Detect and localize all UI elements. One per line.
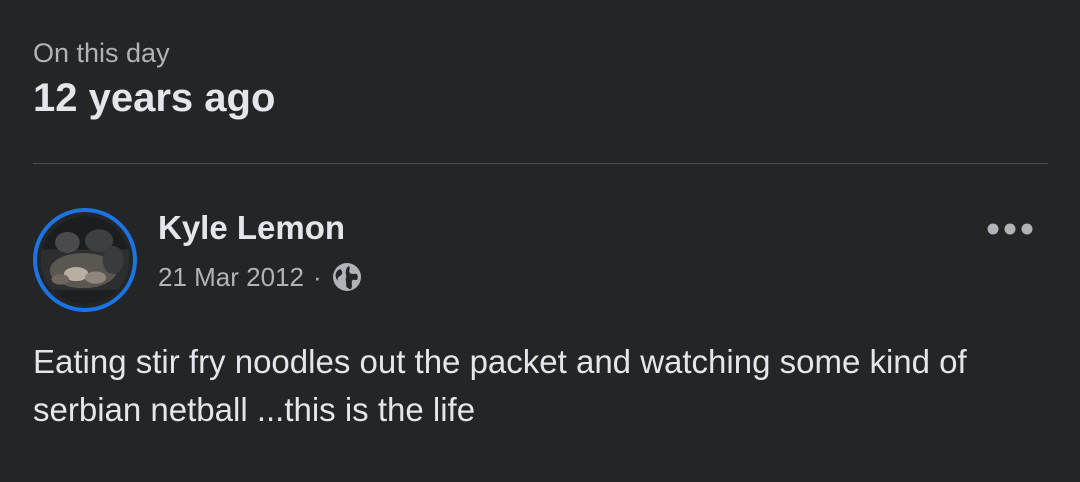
memory-card: On this day 12 years ago Kyle Lemon 21 M…	[0, 0, 1080, 482]
avatar-image	[41, 216, 129, 304]
post-text: Eating stir fry noodles out the packet a…	[33, 343, 967, 428]
post-meta: 21 Mar 2012 ·	[158, 260, 363, 294]
more-options-button[interactable]	[982, 212, 1038, 246]
memory-headline: 12 years ago	[33, 76, 276, 120]
divider	[33, 163, 1048, 164]
memory-overline: On this day	[33, 38, 170, 68]
globe-icon[interactable]	[331, 261, 363, 293]
post-date[interactable]: 21 Mar 2012	[158, 262, 304, 293]
meta-separator: ·	[312, 261, 322, 292]
post-author[interactable]: Kyle Lemon	[158, 209, 345, 247]
avatar[interactable]	[33, 208, 137, 312]
more-options-icon	[987, 223, 1033, 235]
